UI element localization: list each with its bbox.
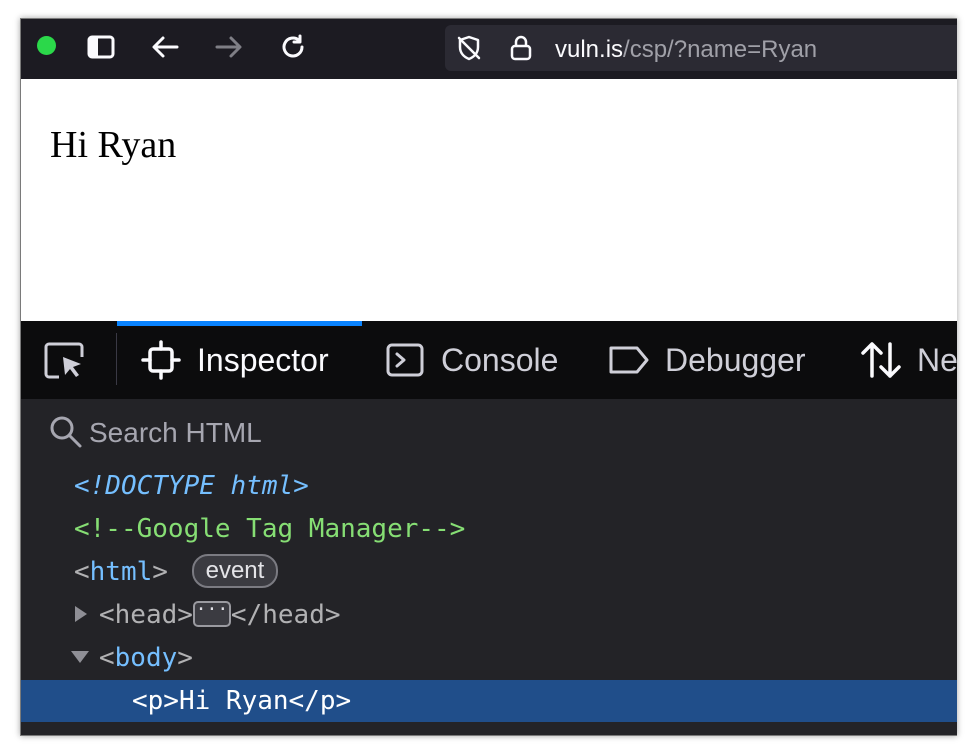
- tree-node-html[interactable]: <html> event: [21, 551, 957, 593]
- tag-p-line: <p>Hi Ryan</p>: [132, 686, 352, 716]
- element-picker-icon[interactable]: [41, 339, 89, 383]
- tag-name-html: html: [89, 557, 153, 587]
- inspector-icon: [139, 338, 183, 382]
- tab-label: Inspector: [197, 341, 329, 378]
- window-status-dot[interactable]: [37, 36, 56, 55]
- devtools-tab-bar: Inspector Console Debugger Ne: [21, 321, 957, 400]
- tag-bracket: >: [152, 557, 168, 587]
- tracking-protection-shield-icon[interactable]: [455, 34, 483, 62]
- tree-node-comment[interactable]: <!--Google Tag Manager-->: [21, 508, 957, 550]
- browser-window: vuln.is/csp/?name=Ryan Hi Ryan Inspector…: [20, 18, 957, 736]
- doctype-text: <!DOCTYPE html>: [74, 471, 309, 501]
- tag-name-body: body: [114, 643, 178, 673]
- page-content: Hi Ryan: [21, 79, 957, 321]
- tag-bracket: <: [99, 643, 115, 673]
- search-html-input[interactable]: [87, 413, 691, 453]
- tree-node-body[interactable]: <body>: [21, 637, 957, 679]
- tag-bracket: >: [177, 643, 193, 673]
- debugger-icon: [607, 338, 651, 382]
- url-bar[interactable]: vuln.is/csp/?name=Ryan: [445, 25, 957, 71]
- tab-separator: [116, 333, 117, 385]
- html-search-bar: [21, 399, 957, 466]
- tab-debugger[interactable]: Debugger: [607, 321, 806, 399]
- forward-arrow-icon[interactable]: [213, 31, 245, 63]
- back-arrow-icon[interactable]: [149, 31, 181, 63]
- tab-network[interactable]: Ne: [859, 321, 957, 399]
- tab-console[interactable]: Console: [383, 321, 558, 399]
- event-badge[interactable]: event: [191, 553, 279, 588]
- console-icon: [383, 338, 427, 382]
- tree-node-p-selected[interactable]: <p>Hi Ryan</p>: [21, 680, 957, 722]
- tree-node-head[interactable]: <head> ··· </head>: [21, 594, 957, 636]
- tag-head-close: </head>: [230, 600, 341, 630]
- tab-label: Debugger: [665, 341, 806, 378]
- tag-head-open: <head>: [99, 600, 193, 630]
- tree-node-doctype[interactable]: <!DOCTYPE html>: [21, 465, 957, 507]
- collapsed-children-ellipsis[interactable]: ···: [192, 600, 231, 627]
- sidebar-toggle-icon[interactable]: [85, 31, 117, 63]
- lock-icon[interactable]: [507, 34, 535, 62]
- comment-text: <!--Google Tag Manager-->: [74, 514, 466, 544]
- search-icon: [50, 416, 82, 448]
- tab-inspector[interactable]: Inspector: [139, 321, 329, 399]
- page-paragraph: Hi Ryan: [50, 124, 177, 166]
- tag-bracket: <: [74, 557, 90, 587]
- tab-label: Ne: [917, 341, 957, 378]
- collapse-arrow-icon[interactable]: [71, 650, 89, 663]
- url-text[interactable]: vuln.is/csp/?name=Ryan: [555, 36, 817, 64]
- markup-tree: <!DOCTYPE html> <!--Google Tag Manager--…: [21, 465, 957, 735]
- url-host: vuln.is: [555, 36, 624, 63]
- network-icon: [859, 338, 903, 382]
- browser-toolbar: vuln.is/csp/?name=Ryan: [21, 19, 957, 79]
- url-path: /csp/?name=Ryan: [623, 36, 818, 63]
- tab-label: Console: [441, 341, 559, 378]
- reload-icon[interactable]: [277, 31, 309, 63]
- expand-arrow-icon[interactable]: [75, 605, 87, 622]
